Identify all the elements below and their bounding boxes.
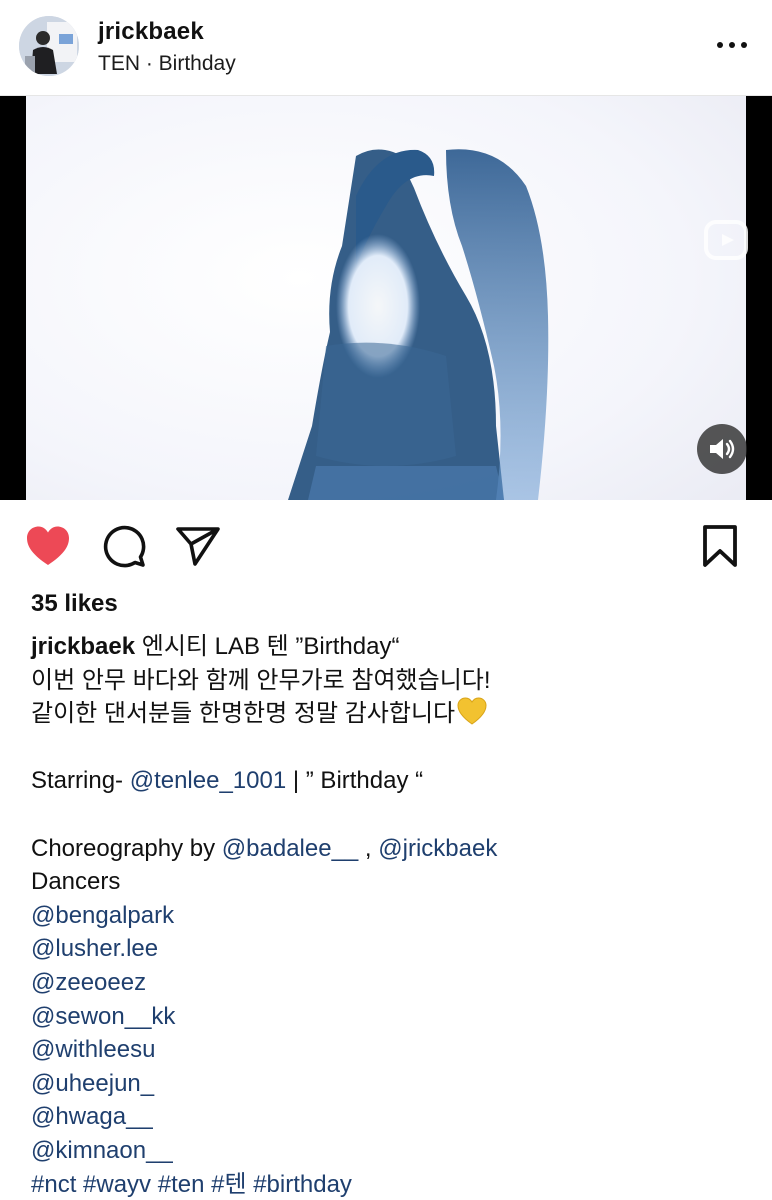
like-button[interactable] — [24, 522, 72, 570]
dancer-mention-link[interactable]: @bengalpark — [31, 899, 751, 933]
caption-line-2: 이번 안무 바다와 함께 안무가로 참여했습니다! — [31, 666, 491, 694]
mention-link[interactable]: @jrickbaek — [378, 835, 497, 862]
caption-starring: Starring- @tenlee_1001 | ” Birthday “ — [31, 764, 751, 798]
caption-line-3: 같이한 댄서분들 한명한명 정말 감사합니다 — [31, 697, 751, 731]
choreography-separator: , — [358, 834, 379, 862]
action-bar — [0, 510, 772, 580]
post-header: jrickbaek TEN · Birthday — [0, 0, 772, 96]
dancers-label: Dancers — [31, 868, 121, 896]
dancer-mention-link[interactable]: @kimnaon__ — [31, 1134, 751, 1168]
mention-link[interactable]: @badalee__ — [222, 835, 358, 862]
caption-choreography: Choreography by @badalee__ , @jrickbaek — [31, 832, 751, 866]
dancer-mention-link[interactable]: @uheejun_ — [31, 1067, 751, 1101]
starring-suffix: | ” Birthday “ — [286, 767, 424, 795]
dancer-mention-link[interactable]: @zeeoeez — [31, 966, 751, 1000]
video-still-image — [26, 96, 746, 500]
dancer-mention-link[interactable]: @withleesu — [31, 1033, 751, 1067]
post-video[interactable] — [0, 96, 772, 500]
bookmark-icon — [703, 525, 737, 567]
caption-thanks-text: 같이한 댄서분들 한명한명 정말 감사합니다 — [31, 700, 456, 728]
dancer-mention-link[interactable]: @hwaga__ — [31, 1100, 751, 1134]
avatar[interactable] — [19, 16, 79, 76]
caption-username[interactable]: jrickbaek — [31, 633, 135, 660]
video-frame — [26, 96, 746, 500]
choreography-prefix: Choreography by — [31, 834, 222, 862]
mention-link[interactable]: @tenlee_1001 — [130, 767, 287, 794]
caption-title: 엔시티 LAB 텐 ”Birthday“ — [135, 633, 400, 660]
caption-line-1: jrickbaek 엔시티 LAB 텐 ”Birthday“ — [31, 630, 751, 664]
avatar-image — [19, 16, 79, 76]
comment-button[interactable] — [100, 522, 148, 570]
more-options-icon[interactable] — [712, 30, 752, 60]
comment-icon — [103, 525, 146, 568]
yellow-heart-icon — [457, 697, 487, 725]
post-caption: jrickbaek 엔시티 LAB 텐 ”Birthday“ 이번 안무 바다와… — [31, 630, 751, 1200]
dancer-mention-link[interactable]: @sewon__kk — [31, 1000, 751, 1034]
send-icon — [176, 527, 220, 566]
hashtags-link[interactable]: #nct #wayv #ten #텐 #birthday — [31, 1168, 751, 1200]
dancer-mention-link[interactable]: @lusher.lee — [31, 932, 751, 966]
post-username[interactable]: jrickbaek — [98, 18, 204, 46]
sound-toggle-button[interactable] — [697, 424, 747, 474]
post-audio-label[interactable]: TEN · Birthday — [98, 52, 236, 76]
starring-prefix: Starring- — [31, 767, 130, 795]
speaker-icon — [710, 439, 735, 459]
share-button[interactable] — [174, 522, 222, 570]
heart-filled-icon — [27, 526, 69, 565]
save-button[interactable] — [696, 522, 744, 570]
reels-icon — [704, 220, 748, 260]
likes-count[interactable]: 35 likes — [31, 590, 118, 618]
